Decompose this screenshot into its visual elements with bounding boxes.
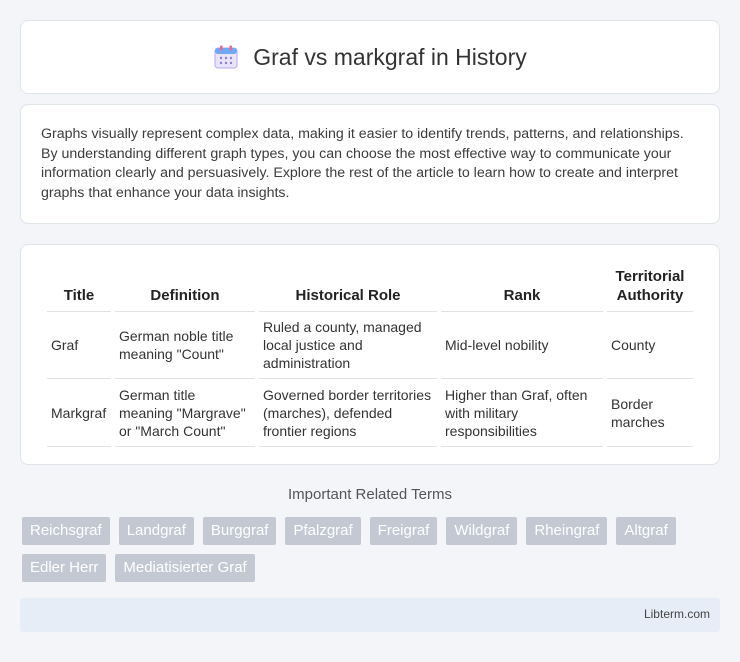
footer-brand-link[interactable]: Libterm.com [644,607,710,621]
column-header-territorial-authority: Territorial Authority [607,267,693,312]
calendar-icon [214,45,238,69]
table-header-row: Title Definition Historical Role Rank Te… [47,267,693,312]
footer-bar: Libterm.com [20,598,720,632]
column-header-rank: Rank [441,267,603,312]
title-wrap: Graf vs markgraf in History [213,44,527,71]
header-card: Graf vs markgraf in History [20,20,720,94]
table-cell: Border marches [607,379,693,447]
related-term-tag[interactable]: Landgraf [118,517,194,545]
table-row: Graf German noble title meaning "Count" … [47,312,693,379]
table-cell: Graf [47,312,111,379]
related-terms-list: Reichsgraf Landgraf Burggraf Pfalzgraf F… [22,517,722,582]
column-header-title: Title [47,267,111,312]
table-cell: Higher than Graf, often with military re… [441,379,603,447]
table-cell: Mid-level nobility [441,312,603,379]
intro-text: Graphs visually represent complex data, … [41,126,684,201]
related-terms-heading: Important Related Terms [288,486,452,503]
comparison-table-card: Title Definition Historical Role Rank Te… [20,244,720,465]
related-term-tag[interactable]: Wildgraf [446,517,518,545]
related-term-tag[interactable]: Reichsgraf [22,517,110,545]
intro-card: Graphs visually represent complex data, … [20,104,720,224]
related-term-tag[interactable]: Mediatisierter Graf [115,554,255,582]
related-term-tag[interactable]: Freigraf [369,517,438,545]
table-cell: Markgraf [47,379,111,447]
table-row: Markgraf German title meaning "Margrave"… [47,379,693,447]
comparison-table: Title Definition Historical Role Rank Te… [43,267,697,447]
related-term-tag[interactable]: Burggraf [202,517,277,545]
table-cell: German title meaning "Margrave" or "Marc… [115,379,255,447]
table-cell: German noble title meaning "Count" [115,312,255,379]
table-cell: County [607,312,693,379]
related-term-tag[interactable]: Edler Herr [22,554,107,582]
related-term-tag[interactable]: Pfalzgraf [285,517,361,545]
table-cell: Ruled a county, managed local justice an… [259,312,437,379]
column-header-definition: Definition [115,267,255,312]
table-cell: Governed border territories (marches), d… [259,379,437,447]
page-title: Graf vs markgraf in History [253,43,527,70]
related-term-tag[interactable]: Altgraf [616,517,676,545]
column-header-historical-role: Historical Role [259,267,437,312]
related-term-tag[interactable]: Rheingraf [526,517,608,545]
